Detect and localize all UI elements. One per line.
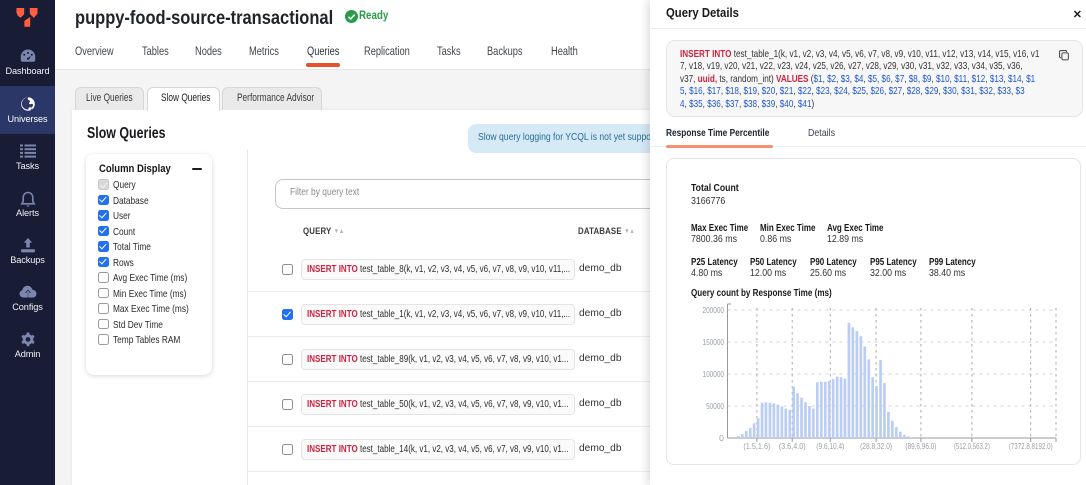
svg-text:150000: 150000 xyxy=(703,337,725,347)
svg-text:(7372.8,8192.0): (7372.8,8192.0) xyxy=(1009,441,1053,451)
svg-text:200000: 200000 xyxy=(703,305,725,315)
svg-text:(3.6,4.0): (3.6,4.0) xyxy=(779,441,806,451)
svg-text:(512.0,563.2): (512.0,563.2) xyxy=(954,441,990,451)
svg-text:100000: 100000 xyxy=(703,369,725,379)
svg-text:0: 0 xyxy=(719,433,724,443)
svg-text:(89.6,96.0): (89.6,96.0) xyxy=(905,441,936,451)
svg-text:(9.6,10.4): (9.6,10.4) xyxy=(816,441,844,451)
svg-text:(28.8,32.0): (28.8,32.0) xyxy=(860,441,892,451)
svg-text:(1.5,1.6): (1.5,1.6) xyxy=(743,441,770,451)
svg-text:50000: 50000 xyxy=(706,401,724,411)
